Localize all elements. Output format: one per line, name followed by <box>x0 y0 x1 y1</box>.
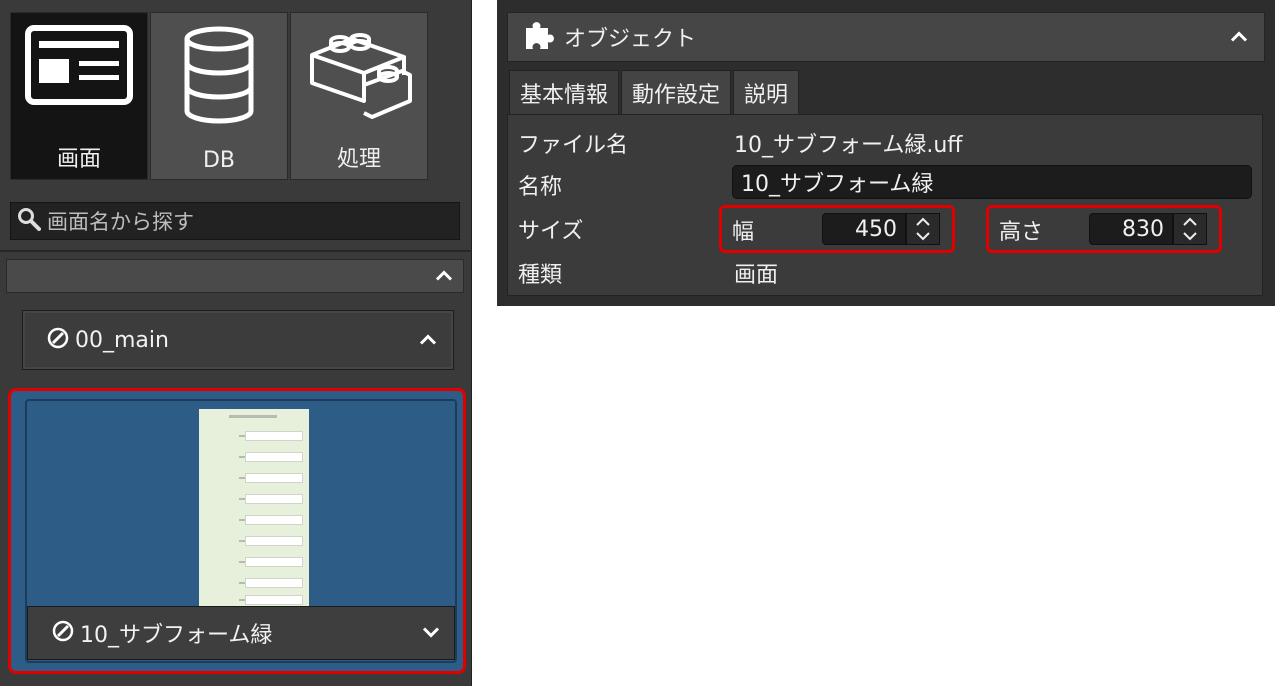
thumb-field <box>245 473 303 483</box>
width-label: 幅 <box>732 220 755 245</box>
screen-search-box[interactable]: 画面名から探す <box>10 202 460 240</box>
divider <box>0 250 472 252</box>
screen-item-frame: 10_サブフォーム緑 <box>25 399 457 663</box>
height-stepper[interactable] <box>1173 213 1207 245</box>
decrement-icon[interactable] <box>907 229 939 244</box>
tab-behavior-settings[interactable]: 動作設定 <box>621 70 732 114</box>
database-icon <box>181 25 257 129</box>
screen-category-label: 画面 <box>56 147 101 172</box>
db-category-button[interactable]: DB <box>150 12 288 180</box>
thumb-field <box>245 595 303 605</box>
screen-thumbnail[interactable] <box>199 409 309 609</box>
width-input[interactable] <box>822 213 906 245</box>
db-category-label: DB <box>202 148 236 173</box>
size-label: サイズ <box>518 219 584 244</box>
screen-item-label: 10_サブフォーム緑 <box>80 623 273 648</box>
screen-category-button[interactable]: 画面 <box>10 12 148 180</box>
object-section-title: オブジェクト <box>564 27 697 52</box>
property-tabs: 基本情報 動作設定 説明 <box>509 70 801 114</box>
selected-screen-item[interactable]: 10_サブフォーム緑 <box>8 388 466 674</box>
object-section-header[interactable]: オブジェクト <box>507 12 1265 62</box>
group-header[interactable] <box>6 259 464 293</box>
thumb-field <box>245 557 303 567</box>
thumb-field <box>245 515 303 525</box>
thumb-field <box>245 536 303 546</box>
thumb-field <box>245 431 303 441</box>
file-name-value: 10_サブフォーム緑.uff <box>734 133 963 158</box>
thumb-field <box>245 494 303 504</box>
process-category-button[interactable]: 処理 <box>290 12 428 180</box>
decrement-icon[interactable] <box>1174 229 1206 244</box>
folder-label: 00_main <box>75 327 169 353</box>
puzzle-icon <box>524 20 556 54</box>
object-properties-panel: オブジェクト 基本情報 動作設定 説明 ファイル名 10_サブフォーム緑.uff… <box>497 0 1275 306</box>
chevron-down-icon[interactable] <box>422 624 440 643</box>
thumb-field <box>245 578 303 588</box>
increment-icon[interactable] <box>907 214 939 229</box>
increment-icon[interactable] <box>1174 214 1206 229</box>
chevron-up-icon[interactable] <box>1230 28 1248 47</box>
file-name-label: ファイル名 <box>518 133 629 158</box>
width-field-group: 幅 <box>719 205 955 253</box>
height-input[interactable] <box>1089 213 1173 245</box>
width-stepper[interactable] <box>906 213 940 245</box>
folder-00-main[interactable]: 00_main <box>22 310 454 370</box>
process-category-label: 処理 <box>336 147 381 172</box>
chevron-up-icon[interactable] <box>419 331 437 350</box>
edit-circle-icon <box>47 327 69 353</box>
tab-description[interactable]: 説明 <box>733 70 800 114</box>
basic-info-content: ファイル名 10_サブフォーム緑.uff 名称 サイズ 幅 高さ 種類 画面 <box>507 114 1263 296</box>
chevron-up-icon[interactable] <box>435 267 453 286</box>
edit-circle-icon <box>52 620 74 646</box>
category-toolbar: 画面 DB 処理 <box>10 12 428 180</box>
height-label: 高さ <box>999 220 1044 245</box>
blocks-icon <box>304 25 414 125</box>
thumb-title <box>229 415 277 418</box>
thumb-field <box>245 452 303 462</box>
screen-layout-icon <box>25 25 133 109</box>
type-label: 種類 <box>518 263 563 288</box>
height-field-group: 高さ <box>986 205 1222 253</box>
tab-basic-info[interactable]: 基本情報 <box>509 70 620 114</box>
name-input[interactable] <box>732 165 1252 199</box>
type-value: 画面 <box>734 263 779 288</box>
name-label: 名称 <box>518 175 563 200</box>
screen-navigator-panel: 画面 DB 処理 画面名から探す 00_main 10_サブフォーム緑 <box>0 0 472 686</box>
screen-item-footer[interactable]: 10_サブフォーム緑 <box>27 606 455 660</box>
